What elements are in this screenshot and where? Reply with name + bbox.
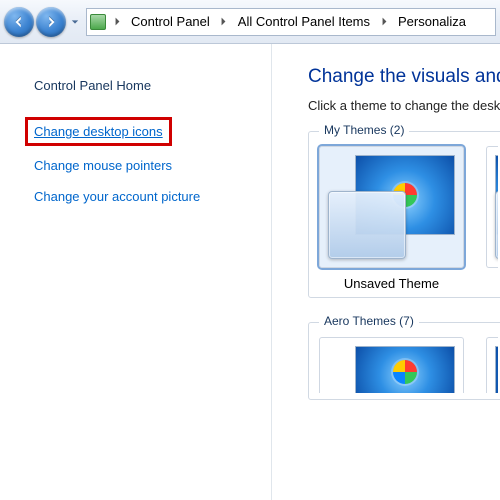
content: Change the visuals and so Click a theme …	[272, 44, 500, 500]
breadcrumb-item-personalization[interactable]: Personaliza	[392, 9, 472, 35]
breadcrumb-separator[interactable]	[216, 9, 232, 35]
wallpaper-icon	[495, 346, 498, 393]
chevron-right-icon	[381, 17, 388, 26]
sidebar-link-mouse-pointers[interactable]: Change mouse pointers	[34, 158, 251, 173]
chevron-right-icon	[114, 17, 121, 26]
theme-item-partial[interactable]	[486, 146, 498, 268]
themes-row	[319, 333, 500, 393]
nav-buttons	[4, 7, 82, 37]
wallpaper-icon	[355, 346, 455, 393]
forward-button[interactable]	[36, 7, 66, 37]
group-aero-themes: Aero Themes (7)	[308, 322, 500, 400]
sidebar-link-desktop-icons[interactable]: Change desktop icons	[34, 124, 163, 139]
theme-item-aero[interactable]	[319, 337, 464, 393]
breadcrumb: Control Panel All Control Panel Items Pe…	[86, 8, 496, 36]
chevron-down-icon	[71, 18, 79, 26]
sidebar-link-account-picture[interactable]: Change your account picture	[34, 189, 251, 204]
group-title-my-themes: My Themes (2)	[319, 123, 409, 137]
theme-label: Unsaved Theme	[319, 276, 464, 291]
sidebar-title: Control Panel Home	[34, 78, 251, 93]
breadcrumb-item-all-items[interactable]: All Control Panel Items	[232, 9, 376, 35]
chevron-right-icon	[220, 17, 227, 26]
breadcrumb-separator[interactable]	[376, 9, 392, 35]
window-style-icon	[495, 191, 498, 259]
window-style-icon	[328, 191, 406, 259]
themes-row: Unsaved Theme	[319, 142, 500, 291]
page-subtitle: Click a theme to change the deskt	[308, 98, 500, 113]
breadcrumb-item-control-panel[interactable]: Control Panel	[125, 9, 216, 35]
body: Control Panel Home Change desktop icons …	[0, 44, 500, 500]
back-button[interactable]	[4, 7, 34, 37]
theme-preview	[319, 337, 464, 393]
theme-item-unsaved[interactable]: Unsaved Theme	[319, 146, 464, 291]
sidebar: Control Panel Home Change desktop icons …	[0, 44, 272, 500]
history-dropdown[interactable]	[68, 8, 82, 36]
theme-preview	[319, 146, 464, 268]
arrow-right-icon	[44, 15, 58, 29]
group-title-aero-themes: Aero Themes (7)	[319, 314, 419, 328]
control-panel-icon[interactable]	[87, 9, 109, 35]
arrow-left-icon	[12, 15, 26, 29]
navigation-bar: Control Panel All Control Panel Items Pe…	[0, 0, 500, 44]
page-title: Change the visuals and so	[308, 66, 500, 88]
highlight-box: Change desktop icons	[25, 117, 172, 146]
breadcrumb-separator[interactable]	[109, 9, 125, 35]
group-my-themes: My Themes (2) Unsaved Theme	[308, 131, 500, 298]
theme-item-partial[interactable]	[486, 337, 498, 393]
